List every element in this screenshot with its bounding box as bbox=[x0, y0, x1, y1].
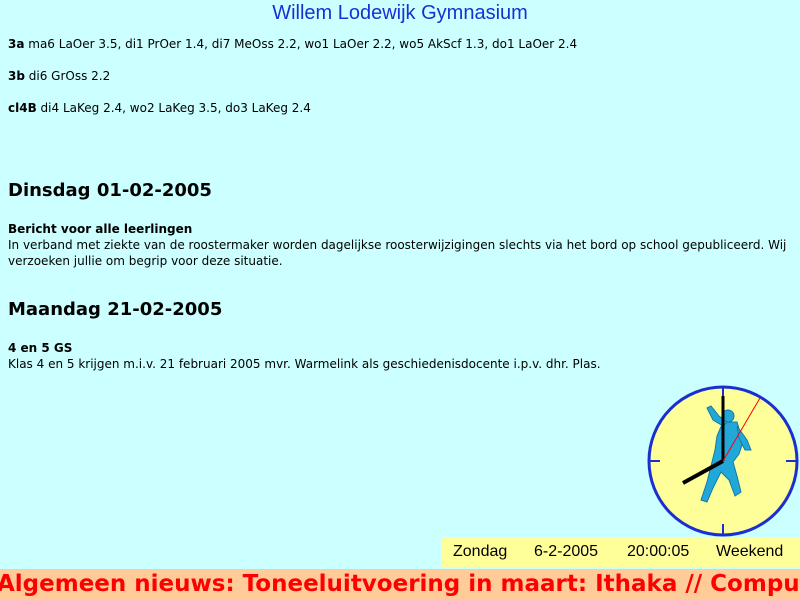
news-title: Bericht voor alle leerlingen bbox=[8, 222, 193, 236]
status-bar: Zondag 6-2-2005 20:00:05 Weekend bbox=[441, 537, 800, 567]
change-detail: di6 GrOss 2.2 bbox=[24, 69, 111, 83]
analog-clock bbox=[647, 384, 800, 537]
change-row-3b: 3b di6 GrOss 2.2 bbox=[8, 68, 788, 84]
ticker-text: Algemeen nieuws: Toneeluitvoering in maa… bbox=[0, 571, 800, 597]
news-item: 4 en 5 GS Klas 4 en 5 krijgen m.i.v. 21 … bbox=[8, 340, 788, 372]
week-label: Weekend bbox=[716, 543, 784, 560]
day-label: Zondag bbox=[453, 543, 508, 560]
news-item: Bericht voor alle leerlingen In verband … bbox=[8, 221, 788, 269]
schedule-changes: 3a ma6 LaOer 3.5, di1 PrOer 1.4, di7 MeO… bbox=[8, 36, 788, 132]
news-body: Klas 4 en 5 krijgen m.i.v. 21 februari 2… bbox=[8, 357, 601, 371]
change-row-cl4b: cl4B di4 LaKeg 2.4, wo2 LaKeg 3.5, do3 L… bbox=[8, 100, 788, 116]
class-label: 3a bbox=[8, 37, 25, 51]
change-row-3a: 3a ma6 LaOer 3.5, di1 PrOer 1.4, di7 MeO… bbox=[8, 36, 788, 52]
news-ticker: Algemeen nieuws: Toneeluitvoering in maa… bbox=[0, 569, 800, 600]
date-label: 6-2-2005 bbox=[534, 543, 599, 560]
change-detail: di4 LaKeg 2.4, wo2 LaKeg 3.5, do3 LaKeg … bbox=[36, 101, 311, 115]
class-label: cl4B bbox=[8, 101, 37, 115]
news-date: Maandag 21-02-2005 bbox=[8, 299, 223, 320]
class-label: 3b bbox=[8, 69, 25, 83]
change-detail: ma6 LaOer 3.5, di1 PrOer 1.4, di7 MeOss … bbox=[24, 37, 578, 51]
news-date: Dinsdag 01-02-2005 bbox=[8, 180, 212, 201]
news-title: 4 en 5 GS bbox=[8, 341, 73, 355]
time-label: 20:00:05 bbox=[627, 543, 690, 560]
page-title: Willem Lodewijk Gymnasium bbox=[272, 2, 528, 24]
news-body: In verband met ziekte van de roostermake… bbox=[8, 238, 787, 268]
